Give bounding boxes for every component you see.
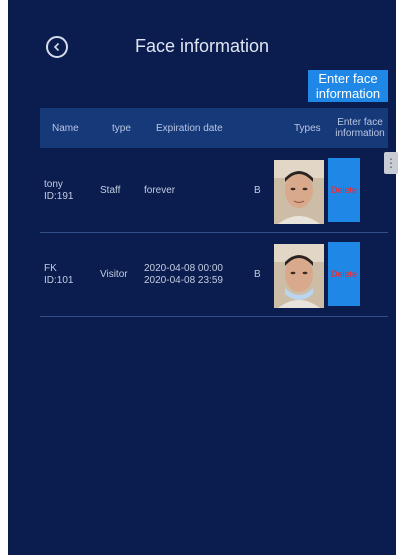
column-header-types: Types xyxy=(294,122,321,134)
row-type: Staff xyxy=(100,185,121,196)
delete-button[interactable]: Delete xyxy=(328,242,360,306)
more-vertical-icon: ⋮ xyxy=(385,156,397,170)
column-header-enter-face: Enter face information xyxy=(335,117,385,139)
row-type: Visitor xyxy=(100,269,128,280)
table-row[interactable]: FK ID:101 Visitor 2020-04-08 00:00 2020-… xyxy=(40,234,388,317)
column-header-expiration: Expiration date xyxy=(156,122,223,134)
row-expiration-cell: forever xyxy=(144,150,240,232)
enter-face-information-button[interactable]: Enter face information xyxy=(308,70,388,102)
row-types: B xyxy=(254,269,261,280)
scroll-handle[interactable]: ⋮ xyxy=(384,152,398,174)
face-photo-image xyxy=(274,160,324,224)
row-name: tony xyxy=(44,179,63,190)
column-header-type: type xyxy=(112,122,131,134)
row-name-cell: FK ID:101 xyxy=(44,234,94,316)
face-photo[interactable] xyxy=(274,244,324,308)
row-id: ID:191 xyxy=(44,191,74,202)
row-name-cell: tony ID:191 xyxy=(44,150,94,232)
row-expiration-start: 2020-04-08 00:00 xyxy=(144,263,223,274)
delete-button[interactable]: Delete xyxy=(328,158,360,222)
column-header-name: Name xyxy=(52,122,79,134)
table-header: Name type Expiration date Types Enter fa… xyxy=(40,108,388,148)
table-row[interactable]: tony ID:191 Staff forever B Delete xyxy=(40,150,388,233)
row-expiration-start: forever xyxy=(144,185,176,196)
page-title: Face information xyxy=(134,36,270,56)
row-expiration-end: 2020-04-08 23:59 xyxy=(144,275,223,286)
row-id: ID:101 xyxy=(44,275,74,286)
face-photo-image xyxy=(274,244,324,308)
row-name: FK xyxy=(44,263,57,274)
face-photo[interactable] xyxy=(274,160,324,224)
row-expiration-cell: 2020-04-08 00:00 2020-04-08 23:59 xyxy=(144,234,240,316)
row-types: B xyxy=(254,185,261,196)
face-information-screen: Face information Enter face information … xyxy=(8,0,398,555)
